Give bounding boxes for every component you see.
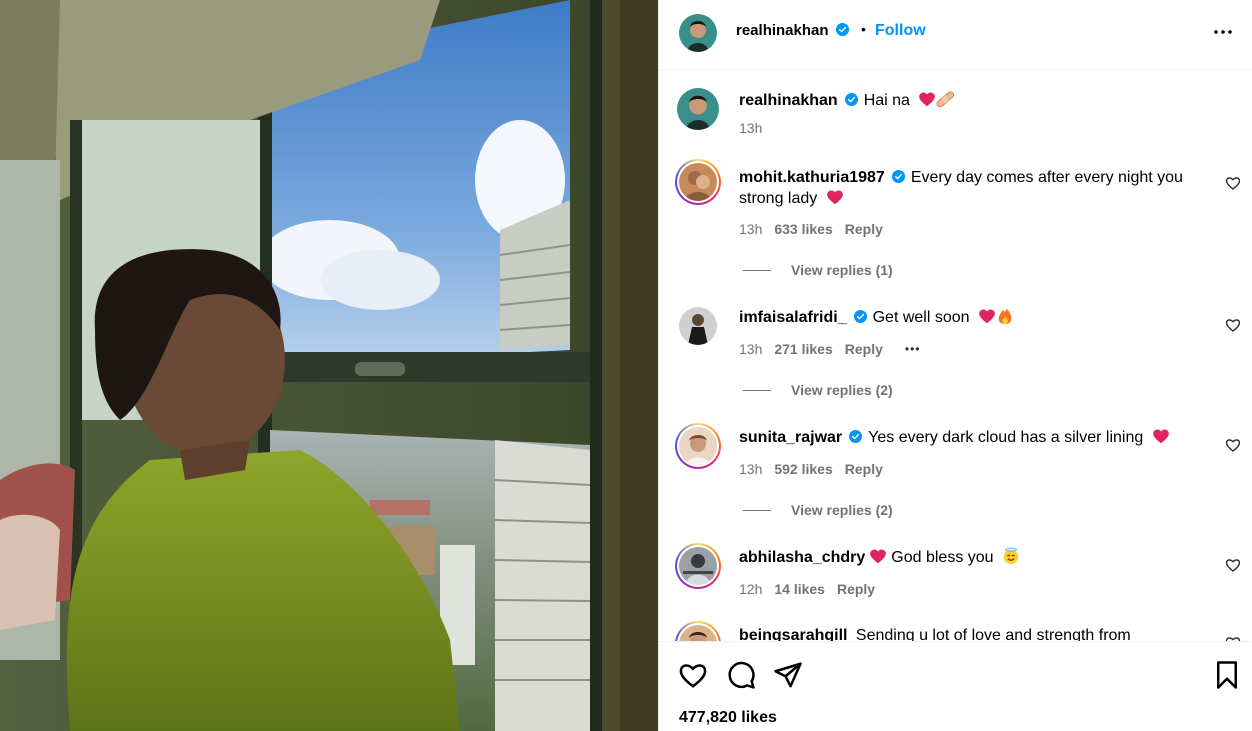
verified-badge-icon [891, 170, 905, 183]
red-heart-icon [1152, 429, 1169, 444]
caption-meta: 13h [739, 120, 762, 136]
red-heart-icon [870, 549, 887, 564]
comment-avatar[interactable] [675, 621, 721, 641]
comment-username[interactable]: imfaisalafridi_ [739, 309, 847, 326]
comment-username[interactable]: abhilasha_chdry [739, 549, 865, 566]
header-separator: • [861, 21, 866, 37]
heart-outline-icon[interactable] [678, 660, 708, 690]
replies-divider-line [743, 389, 771, 391]
post-header: realhinakhan • Follow [659, 0, 1252, 70]
comment-bubble-icon[interactable] [726, 660, 756, 690]
comments-list[interactable]: realhinakhan Hai na 13h mohit.kathuria198… [659, 71, 1252, 641]
comment-text: mohit.kathuria1987 Every day comes after … [739, 167, 1209, 209]
heart-outline-icon[interactable] [1225, 317, 1241, 333]
comment-avatar[interactable] [675, 159, 721, 205]
verified-badge-icon [853, 310, 867, 323]
comment-avatar[interactable] [675, 543, 721, 589]
comment-avatar[interactable] [675, 423, 721, 469]
comment-text: sunita_rajwar Yes every dark cloud has a … [739, 427, 1199, 448]
comment-body: God bless you [891, 549, 994, 566]
post-photo[interactable] [0, 0, 658, 731]
view-replies-label: View replies (2) [791, 502, 893, 518]
comment-body: Sending u lot of love and strength from [855, 627, 1131, 641]
caption-time: 13h [739, 120, 763, 136]
caption-username[interactable]: realhinakhan [739, 92, 838, 109]
replies-divider-line [743, 509, 771, 511]
comment-time: 12h [739, 581, 763, 597]
smiling-face-with-halo-icon [1003, 547, 1019, 565]
bookmark-icon[interactable] [1212, 660, 1242, 690]
reply-button[interactable]: Reply [837, 581, 875, 597]
comment-username[interactable]: mohit.kathuria1987 [739, 169, 885, 186]
author-avatar[interactable] [679, 14, 717, 52]
comment-likes[interactable]: 271 likes [774, 341, 832, 357]
red-heart-icon [826, 190, 843, 205]
view-replies-label: View replies (1) [791, 262, 893, 278]
heart-outline-icon[interactable] [1225, 557, 1241, 573]
comment-time: 13h [739, 341, 763, 357]
comment-body: Get well soon [872, 309, 970, 326]
post-actions-bar: 477,820 likes [659, 641, 1252, 731]
comment-time: 13h [739, 221, 763, 237]
comment-meta: 13h 271 likes Reply ••• [739, 341, 920, 357]
comment-text: imfaisalafridi_ Get well soon [739, 307, 1199, 328]
comment-likes[interactable]: 14 likes [774, 581, 825, 597]
replies-divider-line [743, 269, 771, 271]
follow-button[interactable]: Follow [875, 22, 926, 40]
fire-icon [998, 308, 1012, 325]
comment-username[interactable]: sunita_rajwar [739, 429, 842, 446]
caption-avatar[interactable] [677, 88, 719, 130]
red-heart-icon [979, 309, 995, 324]
more-horizontal-icon[interactable] [1211, 20, 1235, 44]
comment-text: abhilasha_chdry God bless you [739, 547, 1199, 568]
comment-username[interactable]: beingsarahgill [739, 627, 847, 641]
reply-button[interactable]: Reply [845, 461, 883, 477]
verified-badge-icon [844, 93, 858, 106]
comment-avatar[interactable] [679, 307, 717, 345]
comment-meta: 13h 633 likes Reply [739, 221, 883, 237]
paper-plane-icon[interactable] [773, 660, 803, 690]
view-replies-label: View replies (2) [791, 382, 893, 398]
caption-text: realhinakhan Hai na [739, 90, 1199, 111]
adhesive-bandage-icon [936, 91, 955, 108]
author-username-text: realhinakhan [736, 22, 829, 39]
verified-badge-icon [849, 430, 863, 443]
comment-likes[interactable]: 633 likes [774, 221, 832, 237]
author-username[interactable]: realhinakhan [736, 22, 849, 40]
view-replies-button[interactable]: View replies (2) [743, 502, 893, 518]
reply-button[interactable]: Reply [845, 341, 883, 357]
reply-button[interactable]: Reply [845, 221, 883, 237]
caption-body: Hai na [863, 92, 910, 109]
comment-text: beingsarahgill Sending u lot of love and… [739, 625, 1219, 641]
post-side-panel: realhinakhan • Follow realhinakhan Hai na… [658, 0, 1252, 731]
comment-likes[interactable]: 592 likes [774, 461, 832, 477]
likes-count[interactable]: 477,820 likes [679, 709, 777, 727]
view-replies-button[interactable]: View replies (2) [743, 382, 893, 398]
heart-outline-icon[interactable] [1225, 175, 1241, 191]
comment-meta: 13h 592 likes Reply [739, 461, 883, 477]
view-replies-button[interactable]: View replies (1) [743, 262, 893, 278]
comment-more-options[interactable]: ••• [905, 342, 921, 356]
red-heart-icon [919, 92, 936, 107]
comment-time: 13h [739, 461, 763, 477]
heart-outline-icon[interactable] [1225, 437, 1241, 453]
verified-badge-icon [836, 23, 849, 36]
comment-body: Yes every dark cloud has a silver lining [868, 429, 1144, 446]
post-image [0, 0, 658, 731]
comment-meta: 12h 14 likes Reply [739, 581, 875, 597]
